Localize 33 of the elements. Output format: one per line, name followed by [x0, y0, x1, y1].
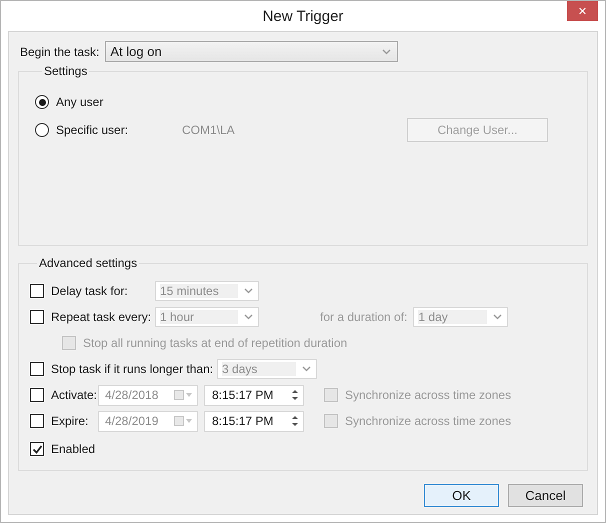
group-title: Settings — [43, 64, 88, 78]
begin-task-label: Begin the task: — [20, 44, 100, 58]
chevron-icon — [382, 48, 392, 54]
checkbox-label: Stop all running tasks at end of repetition duration — [83, 336, 348, 350]
cancel-button[interactable]: Cancel — [508, 484, 583, 507]
checkbox-label: Synchronize across time zones — [345, 388, 512, 402]
radio-button[interactable] — [35, 123, 49, 137]
spin-arrows-icon — [290, 413, 300, 429]
chevron-icon — [302, 366, 311, 372]
chevron-icon — [244, 314, 253, 320]
group-title: Advanced settings — [38, 256, 138, 270]
checkbox-label: Repeat task every: — [51, 310, 152, 324]
spin-arrows-icon — [290, 387, 300, 403]
user-name: COM1\LA — [182, 123, 236, 137]
calendar-icon — [174, 416, 194, 426]
duration-label: for a duration of: — [320, 310, 408, 324]
ok-button[interactable]: OK — [424, 484, 499, 507]
radio-label: Any user — [56, 95, 104, 109]
checkbox-label: Enabled — [51, 442, 96, 456]
calendar-icon — [174, 390, 194, 400]
checkbox-label: Delay task for: — [51, 284, 129, 298]
checkbox-label: Stop task if it runs longer than: — [51, 362, 214, 376]
checkbox-label: Synchronize across time zones — [345, 414, 512, 428]
chevron-icon — [244, 288, 253, 294]
chevron-icon — [493, 314, 502, 320]
checkbox[interactable] — [30, 442, 44, 456]
close-button[interactable]: ✕ — [567, 1, 598, 21]
radio-button[interactable] — [35, 95, 49, 109]
checkbox-label: Activate: — [51, 388, 98, 402]
window-title: New Trigger — [262, 8, 344, 24]
radio-label: Specific user: — [56, 123, 130, 137]
begin-task-dropdown[interactable]: At log on — [105, 41, 398, 62]
checkbox-label: Expire: — [51, 414, 90, 428]
